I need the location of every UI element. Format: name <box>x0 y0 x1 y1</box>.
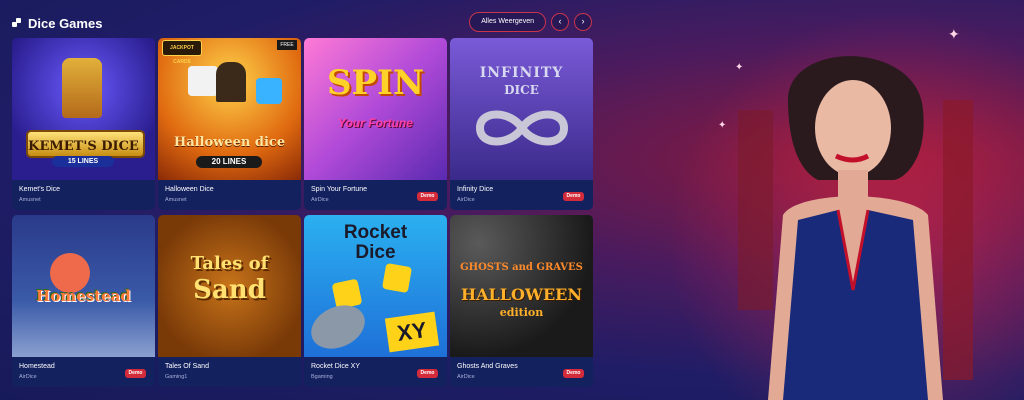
demo-badge[interactable]: Demo <box>417 369 438 378</box>
game-thumbnail[interactable]: KEMET'S DICE 15 LINES <box>12 38 155 180</box>
game-thumbnail[interactable]: Tales of Sand <box>158 215 301 357</box>
infinity-icon <box>475 110 569 146</box>
section-controls: Alles Weergeven ‹ › <box>469 12 592 32</box>
game-name: Rocket Dice XY <box>311 363 361 370</box>
demo-badge[interactable]: Demo <box>417 192 438 201</box>
game-thumbnail[interactable]: SPIN Your Fortune <box>304 38 447 180</box>
section-header: Dice Games Alles Weergeven ‹ › <box>12 12 592 34</box>
game-art-title: Tales of <box>190 253 269 274</box>
game-name: Spin Your Fortune <box>311 186 368 193</box>
game-card-kemets-dice[interactable]: KEMET'S DICE 15 LINES Kemet's Dice Amusn… <box>12 38 155 210</box>
show-all-button[interactable]: Alles Weergeven <box>469 12 546 32</box>
game-info: Infinity Dice AirDice Demo <box>450 180 593 210</box>
game-name: Halloween Dice <box>165 186 214 193</box>
game-thumbnail[interactable]: JACKPOT CARDS FREE Halloween dice 20 LIN… <box>158 38 301 180</box>
pharaoh-figure <box>62 58 102 118</box>
promo-figure <box>738 56 973 400</box>
game-art-title: Halloween dice <box>173 135 286 151</box>
game-art-edition: edition <box>499 306 544 319</box>
game-name: Ghosts And Graves <box>457 363 518 370</box>
game-art-lines: 15 LINES <box>52 156 114 167</box>
game-card-infinity-dice[interactable]: INFINITY DICE Infinity Dice AirDice Demo <box>450 38 593 210</box>
section-title: Dice Games <box>28 15 103 31</box>
game-name: Infinity Dice <box>457 186 494 193</box>
game-art-subtitle: DICE <box>504 83 539 97</box>
next-button[interactable]: › <box>574 13 592 31</box>
game-name: Homestead <box>19 363 55 370</box>
jackpot-cards-badge: JACKPOT CARDS <box>162 40 202 65</box>
die-icon <box>188 66 218 96</box>
game-provider: AirDice <box>19 374 37 380</box>
games-grid: KEMET'S DICE 15 LINES Kemet's Dice Amusn… <box>12 38 594 387</box>
demo-badge[interactable]: Demo <box>563 369 584 378</box>
game-art-subtitle: Sand <box>193 275 266 305</box>
game-provider: Amusnet <box>165 197 187 203</box>
die-icon <box>256 78 282 104</box>
vampire-figure <box>216 62 246 102</box>
game-art-title: SPIN <box>326 63 425 103</box>
game-thumbnail[interactable]: Rocket Dice XY <box>304 215 447 357</box>
game-thumbnail[interactable]: Homestead <box>12 215 155 357</box>
game-art-title: Homestead <box>36 287 131 305</box>
game-info: Ghosts And Graves AirDice Demo <box>450 357 593 387</box>
game-thumbnail[interactable]: INFINITY DICE <box>450 38 593 180</box>
game-art-title: GHOSTS and GRAVES <box>460 262 583 273</box>
game-art-title: INFINITY <box>479 65 564 81</box>
game-info: Tales Of Sand Gaming1 <box>158 357 301 387</box>
rocket-disc <box>304 297 372 357</box>
game-info: Homestead AirDice Demo <box>12 357 155 387</box>
game-provider: AirDice <box>457 374 475 380</box>
demo-badge[interactable]: Demo <box>563 192 584 201</box>
game-card-spin-your-fortune[interactable]: SPIN Your Fortune Spin Your Fortune AirD… <box>304 38 447 210</box>
free-badge: FREE <box>277 40 297 50</box>
game-art-lines: 20 LINES <box>196 156 262 168</box>
game-provider: AirDice <box>311 197 329 203</box>
game-provider: Amusnet <box>19 197 41 203</box>
game-info: Rocket Dice XY Bgaming Demo <box>304 357 447 387</box>
game-name: Tales Of Sand <box>165 363 209 370</box>
demo-badge[interactable]: Demo <box>125 369 146 378</box>
game-card-rocket-dice-xy[interactable]: Rocket Dice XY Rocket Dice XY Bgaming De… <box>304 215 447 387</box>
game-art-title: KEMET'S DICE <box>28 139 139 155</box>
game-name: Kemet's Dice <box>19 186 61 193</box>
game-art-subtitle: Your Fortune <box>338 116 413 130</box>
xy-logo: XY <box>384 311 440 353</box>
game-card-ghosts-and-graves[interactable]: GHOSTS and GRAVES HALLOWEEN edition Ghos… <box>450 215 593 387</box>
game-info: Spin Your Fortune AirDice Demo <box>304 180 447 210</box>
game-art-subtitle: HALLOWEEN <box>461 285 582 304</box>
game-info: Kemet's Dice Amusnet <box>12 180 155 210</box>
die-icon <box>381 262 413 294</box>
game-info: Halloween Dice Amusnet <box>158 180 301 210</box>
game-provider: Gaming1 <box>165 374 188 380</box>
game-card-homestead[interactable]: Homestead Homestead AirDice Demo <box>12 215 155 387</box>
game-provider: AirDice <box>457 197 475 203</box>
sparkle-icon: ✦ <box>718 120 727 131</box>
prev-button[interactable]: ‹ <box>551 13 569 31</box>
game-thumbnail[interactable]: GHOSTS and GRAVES HALLOWEEN edition <box>450 215 593 357</box>
game-art-title: Rocket Dice <box>343 222 408 263</box>
dice-section-icon <box>12 18 22 28</box>
game-provider: Bgaming <box>311 374 333 380</box>
game-card-halloween-dice[interactable]: JACKPOT CARDS FREE Halloween dice 20 LIN… <box>158 38 301 210</box>
game-card-tales-of-sand[interactable]: Tales of Sand Tales Of Sand Gaming1 <box>158 215 301 387</box>
